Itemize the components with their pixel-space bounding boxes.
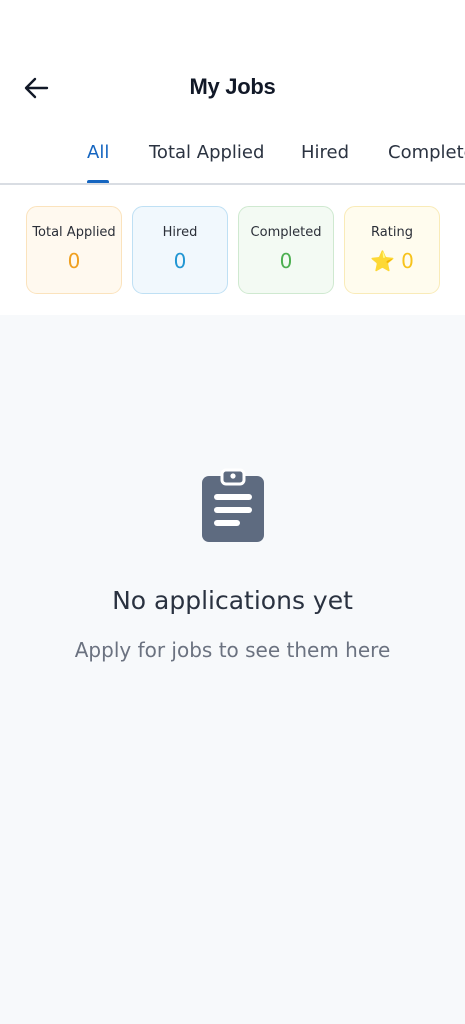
tab-label: Completed [388,142,465,163]
stat-value: 0 [173,249,187,273]
stat-label: Hired [162,225,198,240]
tab-label: Total Applied [149,142,265,163]
clipboard-icon [201,468,264,542]
stats-row: Total Applied 0 Hired 0 Completed 0 Rati… [0,206,465,294]
stat-card-total-applied[interactable]: Total Applied 0 [26,206,122,294]
stat-label: Rating [371,225,413,240]
empty-state-subtitle: Apply for jobs to see them here [74,638,391,662]
tab-all[interactable]: All [87,142,110,183]
tab-bar: All Total Applied Hired Completed [0,130,465,185]
tab-hired[interactable]: Hired [301,142,350,183]
top-panel: My Jobs All Total Applied Hired Complete… [0,0,465,315]
app-header: My Jobs [0,60,465,116]
star-icon: ⭐ [370,249,396,273]
stat-card-hired[interactable]: Hired 0 [132,206,228,294]
rating-value: 0 [401,249,414,273]
tab-total-applied[interactable]: Total Applied [149,142,265,183]
stat-value-wrap: ⭐ 0 [345,249,439,273]
empty-state: No applications yet Apply for jobs to se… [0,468,465,662]
tab-completed[interactable]: Completed [388,142,465,183]
stat-card-rating[interactable]: Rating ⭐ 0 [344,206,440,294]
stat-card-completed[interactable]: Completed 0 [238,206,334,294]
stat-value: 0 [279,249,293,273]
stat-label: Completed [250,225,322,240]
page-title: My Jobs [189,74,276,99]
stat-value: 0 [67,249,81,273]
stat-label: Total Applied [32,225,116,240]
empty-state-title: No applications yet [112,586,353,615]
tab-label: All [87,142,110,163]
active-tab-indicator [87,180,110,183]
tab-label: Hired [301,142,350,163]
